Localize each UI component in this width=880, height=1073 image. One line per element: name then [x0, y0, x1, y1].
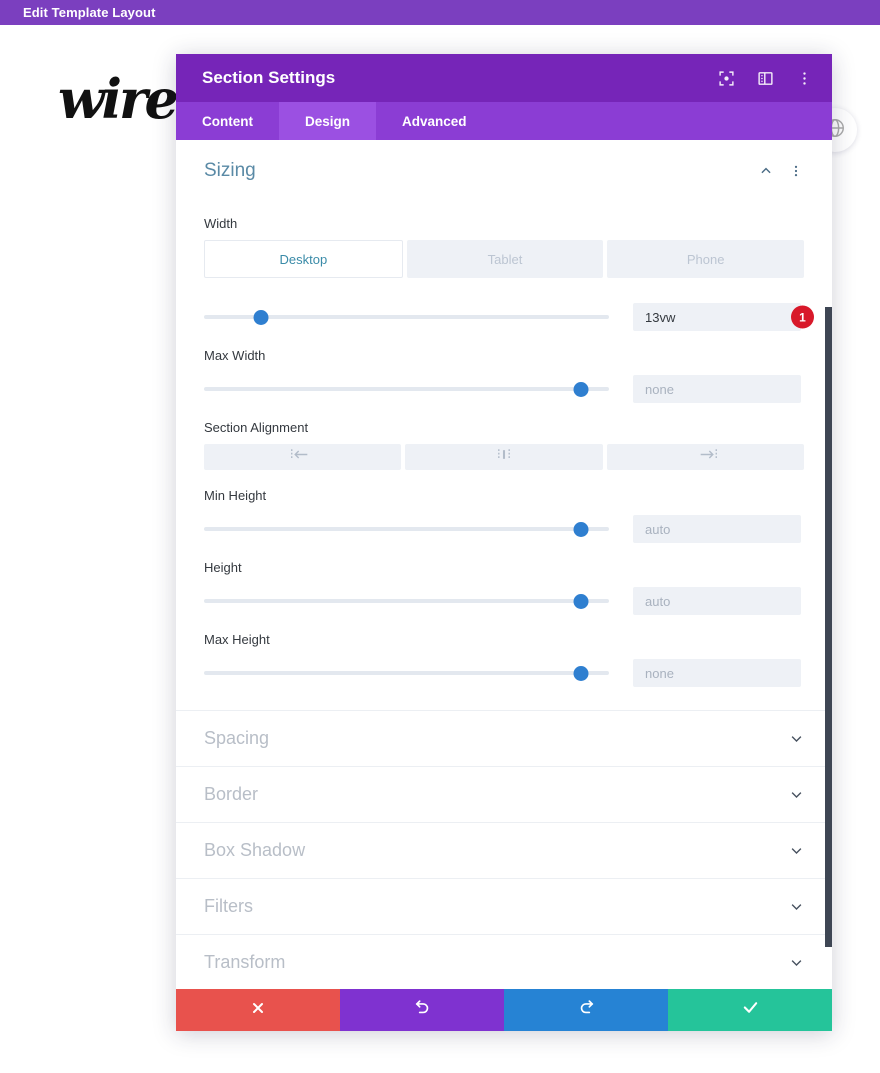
field-label-height: Height	[204, 560, 242, 575]
section-box-shadow-title: Box Shadow	[204, 840, 306, 860]
width-slider[interactable]	[204, 302, 609, 332]
redo-button[interactable]	[504, 989, 668, 1031]
min-height-slider[interactable]	[204, 514, 609, 544]
tab-design[interactable]: Design	[279, 102, 377, 140]
width-value-text: 13vw	[645, 309, 676, 325]
save-button[interactable]	[668, 989, 832, 1031]
device-tab-phone[interactable]: Phone	[607, 240, 805, 278]
align-left-icon	[290, 448, 316, 466]
max-height-slider-track	[204, 671, 609, 675]
max-height-slider-handle[interactable]	[573, 665, 589, 681]
site-logo: wire	[58, 67, 179, 131]
check-icon	[742, 999, 759, 1021]
section-box-shadow[interactable]: Box Shadow	[176, 823, 832, 879]
field-label-width: Width	[204, 216, 238, 231]
modal-tab-bar: Content Design Advanced	[176, 102, 832, 140]
field-label-max-height: Max Height	[204, 632, 270, 647]
focus-frame-icon[interactable]	[716, 68, 736, 88]
section-filters-title: Filters	[204, 896, 253, 916]
min-height-slider-track	[204, 527, 609, 531]
section-spacing-title: Spacing	[204, 728, 270, 748]
section-transform[interactable]: Transform	[176, 935, 832, 989]
chevron-up-icon[interactable]	[758, 163, 774, 179]
min-height-value-input[interactable]: auto	[633, 515, 801, 543]
height-slider-handle[interactable]	[573, 593, 589, 609]
max-width-value-text: none	[645, 381, 674, 397]
field-label-min-height: Min Height	[204, 488, 267, 503]
align-left-button[interactable]	[204, 444, 402, 470]
modal-scrollbar-thumb[interactable]	[825, 307, 832, 947]
section-spacing[interactable]: Spacing	[176, 711, 832, 767]
chevron-down-icon[interactable]	[789, 955, 804, 970]
section-sizing-title: Sizing	[204, 160, 256, 181]
max-width-slider[interactable]	[204, 374, 609, 404]
undo-icon	[414, 999, 431, 1021]
width-slider-handle[interactable]	[253, 309, 269, 325]
section-settings-modal: Section Settings Content Design Advanced…	[176, 54, 832, 1031]
section-sizing-header[interactable]: Sizing	[204, 140, 804, 202]
section-sizing: Sizing Width Desktop Tablet Phone 13vw 1…	[176, 140, 832, 690]
modal-header: Section Settings	[176, 54, 832, 102]
width-device-tabs: Desktop Tablet Phone	[204, 240, 805, 278]
modal-title: Section Settings	[202, 68, 336, 87]
height-value-input[interactable]: auto	[633, 587, 801, 615]
min-height-control-row: auto	[204, 512, 804, 546]
field-label-max-width: Max Width	[204, 348, 266, 363]
width-control-row: 13vw 1	[204, 300, 814, 334]
max-width-slider-track	[204, 387, 609, 391]
modal-body: Sizing Width Desktop Tablet Phone 13vw 1…	[176, 140, 832, 989]
modal-header-actions	[716, 68, 814, 88]
collapsed-sections: Spacing Border Box Shadow Filters Transf…	[176, 710, 832, 989]
admin-top-bar: Edit Template Layout	[0, 0, 880, 25]
align-center-icon	[491, 448, 517, 466]
align-right-icon	[692, 448, 718, 466]
more-vertical-icon[interactable]	[794, 68, 814, 88]
tab-content[interactable]: Content	[176, 102, 279, 140]
section-transform-title: Transform	[204, 952, 286, 972]
redo-icon	[578, 999, 595, 1021]
chevron-down-icon[interactable]	[789, 843, 804, 858]
width-value-input[interactable]: 13vw 1	[633, 303, 814, 331]
height-slider-track	[204, 599, 609, 603]
height-control-row: auto	[204, 584, 804, 618]
cancel-button[interactable]	[176, 989, 340, 1031]
min-height-slider-handle[interactable]	[573, 521, 589, 537]
device-tab-desktop[interactable]: Desktop	[204, 240, 403, 278]
section-sizing-actions	[758, 163, 804, 179]
section-border[interactable]: Border	[176, 767, 832, 823]
max-width-control-row: none	[204, 372, 804, 406]
device-tab-tablet[interactable]: Tablet	[406, 240, 604, 278]
chevron-down-icon[interactable]	[789, 899, 804, 914]
align-center-button[interactable]	[405, 444, 603, 470]
max-height-value-text: none	[645, 665, 674, 681]
chevron-down-icon[interactable]	[789, 787, 804, 802]
max-height-value-input[interactable]: none	[633, 659, 801, 687]
section-border-title: Border	[204, 784, 259, 804]
height-value-text: auto	[645, 593, 671, 609]
max-height-control-row: none	[204, 656, 804, 690]
width-change-badge: 1	[791, 305, 814, 329]
section-filters[interactable]: Filters	[176, 879, 832, 935]
height-slider[interactable]	[204, 586, 609, 616]
close-icon	[250, 1000, 266, 1021]
admin-bar-title: Edit Template Layout	[23, 5, 156, 20]
max-width-slider-handle[interactable]	[573, 381, 589, 397]
undo-button[interactable]	[340, 989, 504, 1031]
modal-footer	[176, 989, 832, 1031]
panel-layout-icon[interactable]	[755, 68, 775, 88]
align-right-button[interactable]	[606, 444, 804, 470]
max-height-slider[interactable]	[204, 658, 609, 688]
chevron-down-icon[interactable]	[789, 731, 804, 746]
section-alignment-group	[204, 444, 804, 470]
field-label-section-alignment: Section Alignment	[204, 420, 309, 435]
max-width-value-input[interactable]: none	[633, 375, 801, 403]
min-height-value-text: auto	[645, 521, 671, 537]
tab-advanced[interactable]: Advanced	[376, 102, 493, 140]
more-vertical-icon[interactable]	[788, 163, 804, 179]
